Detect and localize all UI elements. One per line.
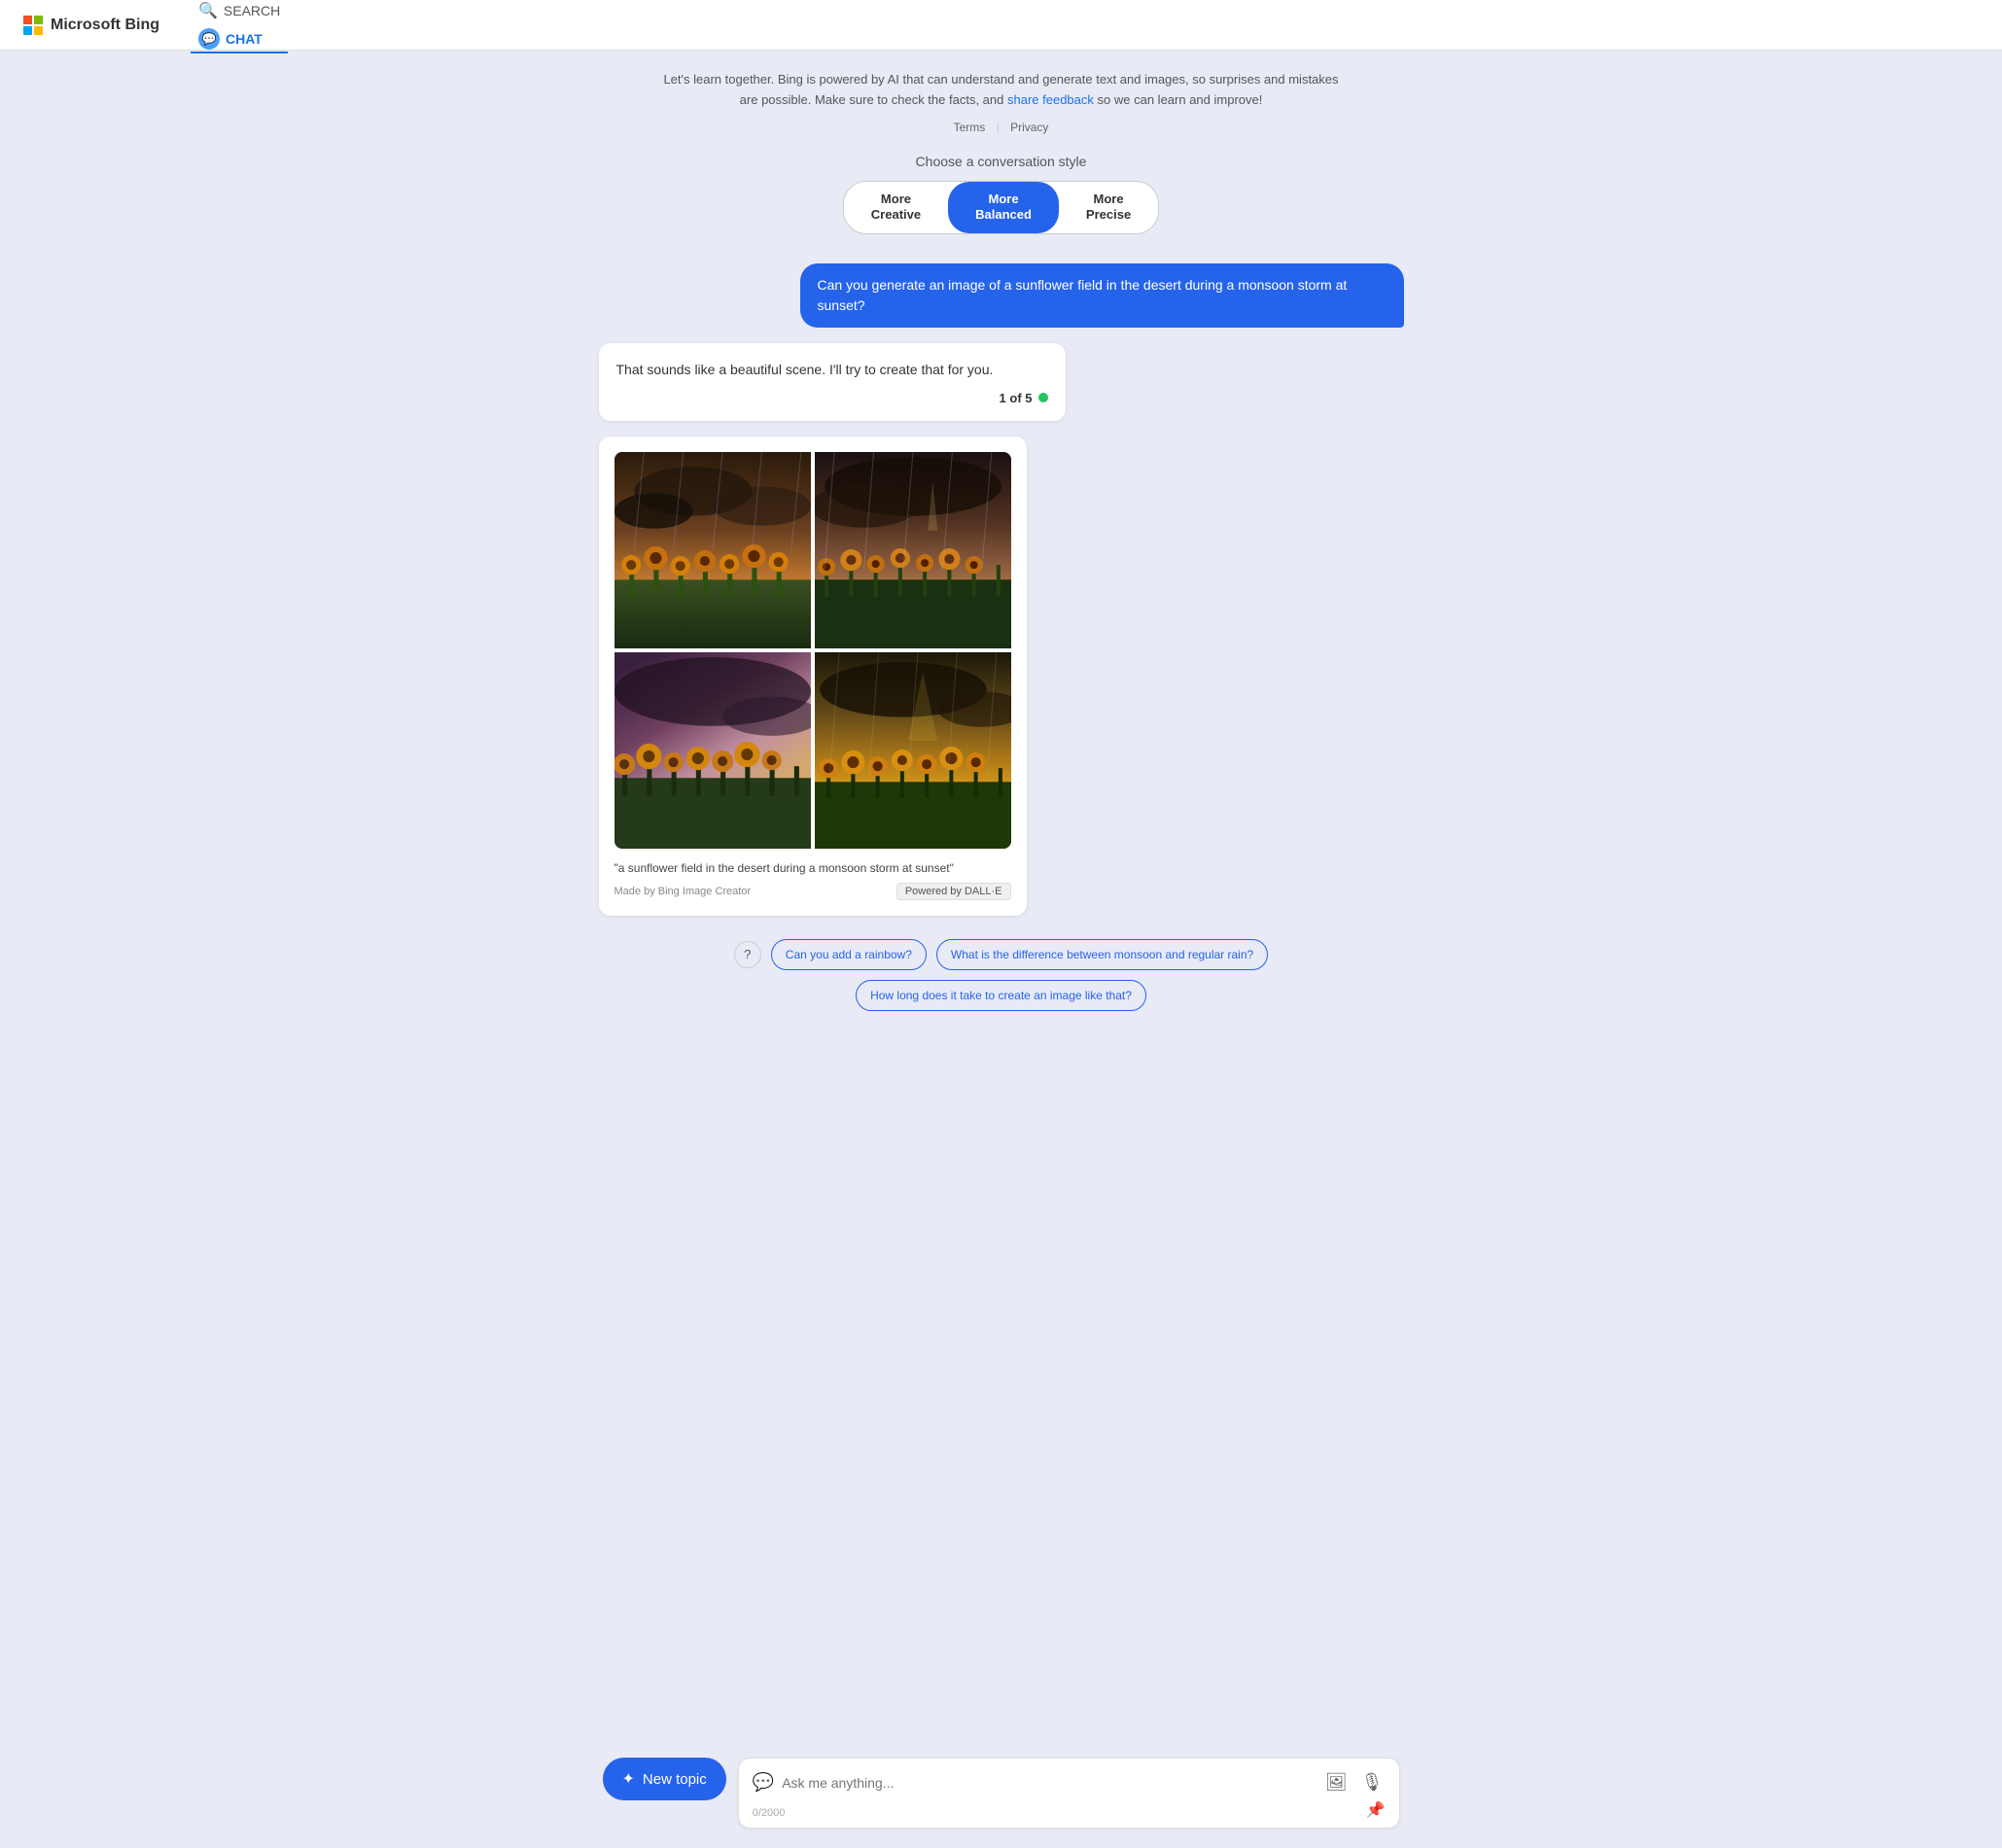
nav-chat[interactable]: 💬 CHAT [191, 24, 288, 53]
search-icon: 🔍 [198, 1, 218, 20]
input-actions: 🖼 🎙 [1323, 1770, 1386, 1795]
share-feedback-link[interactable]: share feedback [1007, 92, 1094, 107]
suggestion-chip-0[interactable]: Can you add a rainbow? [771, 939, 927, 970]
style-creative-button[interactable]: More Creative [844, 182, 948, 234]
style-balanced-button[interactable]: More Balanced [948, 182, 1059, 234]
brand-name: Microsoft Bing [51, 17, 159, 34]
generated-image-1[interactable] [615, 452, 811, 648]
suggestions-row: ? Can you add a rainbow? What is the dif… [599, 939, 1404, 1011]
suggestion-chip-1[interactable]: What is the difference between monsoon a… [936, 939, 1268, 970]
suggestions-help-icon: ? [734, 941, 761, 968]
image-footer: Made by Bing Image Creator Powered by DA… [615, 883, 1011, 900]
privacy-link[interactable]: Privacy [1010, 121, 1048, 134]
new-topic-icon: ✦ [622, 1769, 635, 1789]
image-grid [615, 452, 1011, 849]
nav-search[interactable]: 🔍 SEARCH [191, 0, 288, 24]
suggestion-chip-2[interactable]: How long does it take to create an image… [856, 980, 1146, 1011]
chat-area: Can you generate an image of a sunflower… [599, 263, 1404, 1010]
dalle-badge: Powered by DALL·E [896, 883, 1011, 900]
image-input-button[interactable]: 🖼 [1323, 1770, 1350, 1795]
disclaimer-links: Terms | Privacy [954, 121, 1049, 134]
disclaimer-text: Let's learn together. Bing is powered by… [661, 70, 1342, 111]
new-topic-button[interactable]: ✦ New topic [603, 1758, 726, 1800]
made-by-label: Made by Bing Image Creator [615, 886, 752, 897]
terms-link[interactable]: Terms [954, 121, 986, 134]
microphone-button[interactable]: 🎙 [1359, 1770, 1386, 1795]
style-precise-button[interactable]: More Precise [1059, 182, 1158, 234]
bottom-bar-wrapper: ✦ New topic 💬 🖼 🎙 0/2000 📌 [0, 1746, 2002, 1848]
microsoft-logo-icon [23, 16, 43, 35]
input-area: 💬 🖼 🎙 0/2000 📌 [738, 1758, 1400, 1829]
conversation-style-section: Choose a conversation style More Creativ… [843, 154, 1159, 235]
bottom-bar: ✦ New topic 💬 🖼 🎙 0/2000 📌 [583, 1758, 1420, 1829]
image-caption: "a sunflower field in the desert during … [615, 860, 1011, 877]
online-indicator [1038, 393, 1048, 402]
user-message: Can you generate an image of a sunflower… [800, 263, 1404, 328]
ai-response-text: That sounds like a beautiful scene. I'll… [616, 359, 1048, 380]
generated-image-3[interactable] [615, 652, 811, 849]
chat-bubble-icon: 💬 [198, 28, 220, 50]
style-buttons-group: More Creative More Balanced More Precise [843, 181, 1159, 235]
style-label: Choose a conversation style [843, 154, 1159, 169]
image-grid-card: "a sunflower field in the desert during … [599, 436, 1027, 916]
generated-image-2[interactable] [815, 452, 1011, 648]
main-content: Let's learn together. Bing is powered by… [583, 51, 1420, 1167]
ai-text-response: That sounds like a beautiful scene. I'll… [599, 343, 1066, 420]
char-count: 0/2000 [753, 1807, 788, 1819]
input-chat-icon: 💬 [753, 1772, 774, 1793]
chat-input[interactable] [782, 1775, 1316, 1791]
top-nav: 🔍 SEARCH 💬 CHAT [191, 0, 288, 53]
input-row: 💬 🖼 🎙 [753, 1770, 1386, 1795]
generated-image-4[interactable] [815, 652, 1011, 849]
header: Microsoft Bing 🔍 SEARCH 💬 CHAT [0, 0, 2002, 51]
user-message-wrapper: Can you generate an image of a sunflower… [599, 263, 1404, 328]
brand-logo[interactable]: Microsoft Bing [23, 16, 159, 35]
response-counter: 1 of 5 [616, 391, 1048, 405]
pin-icon: 📌 [1366, 1800, 1386, 1820]
